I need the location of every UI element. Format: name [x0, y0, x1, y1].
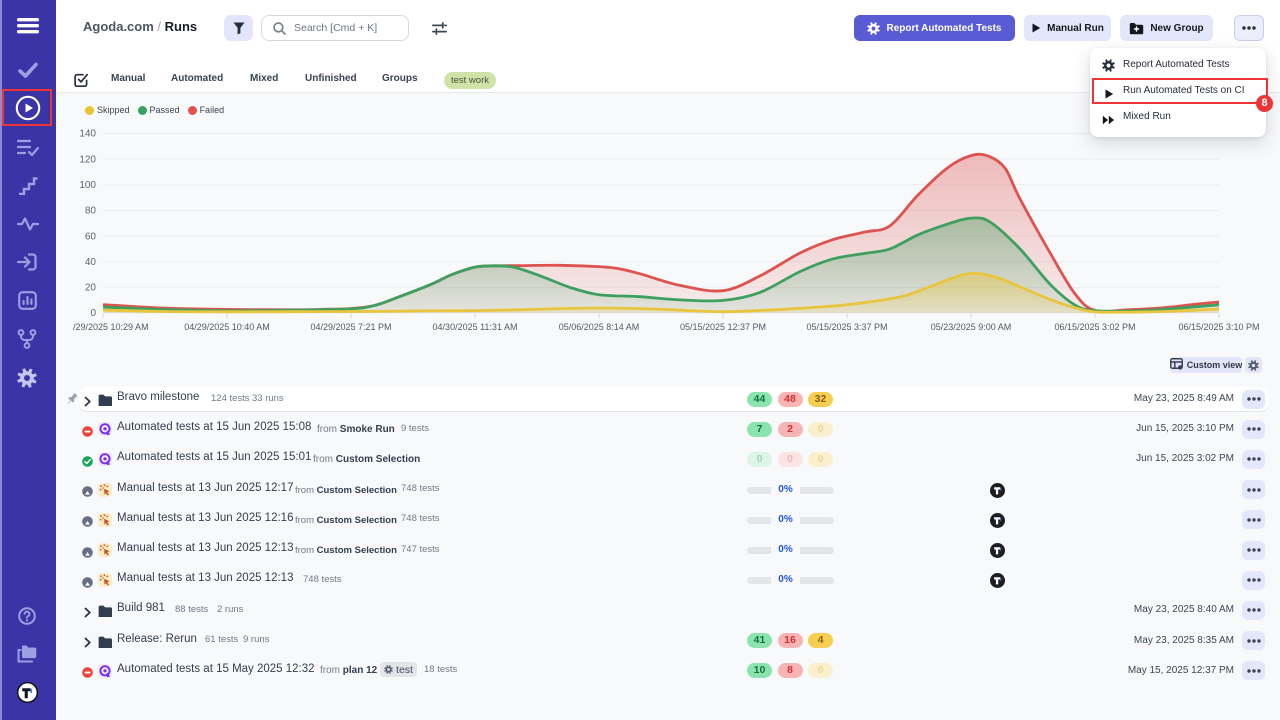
svg-text:05/23/2025 9:00 AM: 05/23/2025 9:00 AM [931, 322, 1012, 332]
svg-text:05/06/2025 8:14 AM: 05/06/2025 8:14 AM [559, 322, 640, 332]
svg-text:05/15/2025 3:37 PM: 05/15/2025 3:37 PM [806, 322, 887, 332]
svg-text:04/29/2025 7:21 PM: 04/29/2025 7:21 PM [310, 322, 391, 332]
svg-text:06/15/2025 3:10 PM: 06/15/2025 3:10 PM [1178, 322, 1259, 332]
svg-text:100: 100 [79, 180, 96, 191]
svg-text:04/30/2025 11:31 AM: 04/30/2025 11:31 AM [433, 322, 518, 332]
svg-text:60: 60 [85, 231, 97, 242]
svg-text:40: 40 [85, 257, 97, 268]
svg-text:05/15/2025 12:37 PM: 05/15/2025 12:37 PM [680, 322, 766, 332]
svg-text:120: 120 [79, 154, 96, 165]
svg-text:20: 20 [85, 283, 97, 294]
svg-text:/29/2025 10:29 AM: /29/2025 10:29 AM [73, 322, 149, 332]
svg-text:140: 140 [79, 129, 96, 140]
svg-text:06/15/2025 3:02 PM: 06/15/2025 3:02 PM [1054, 322, 1135, 332]
svg-text:0: 0 [90, 308, 96, 319]
svg-text:04/29/2025 10:40 AM: 04/29/2025 10:40 AM [184, 322, 270, 332]
svg-text:80: 80 [85, 206, 97, 217]
